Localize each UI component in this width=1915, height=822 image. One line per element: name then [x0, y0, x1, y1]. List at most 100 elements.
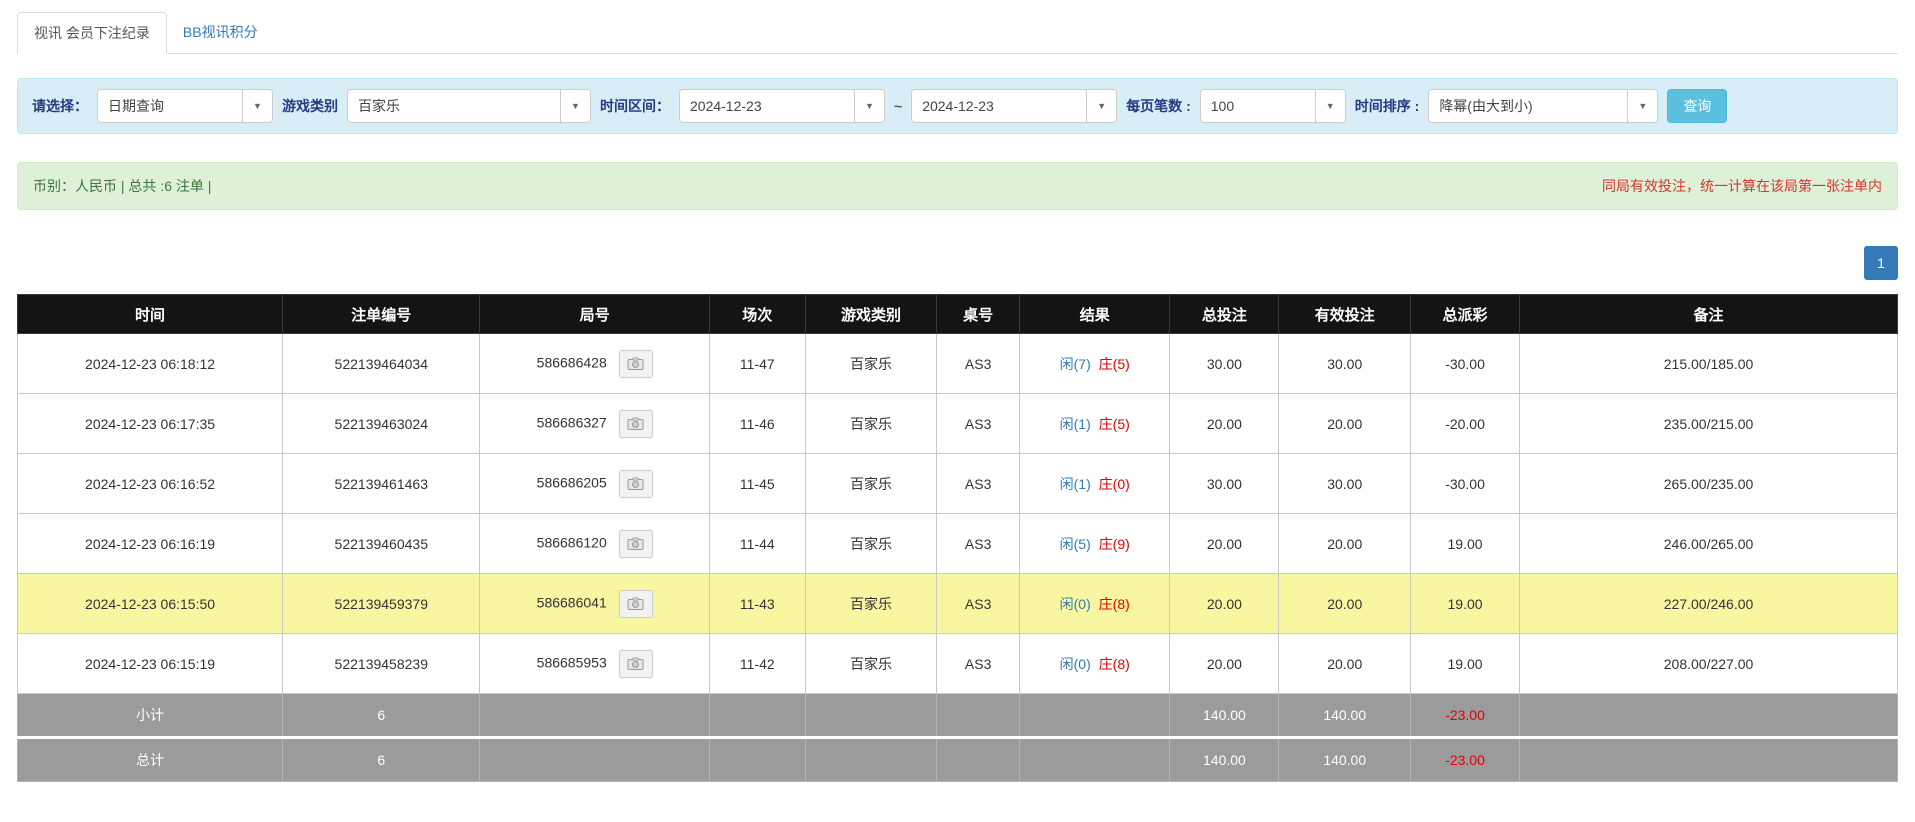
replay-video-button[interactable] [619, 530, 653, 558]
cell-total-bet[interactable]: 20.00 [1170, 634, 1279, 694]
cell-remark: 246.00/265.00 [1520, 514, 1898, 574]
sort-order-select[interactable]: 降幂(由大到小) ▼ [1428, 89, 1658, 123]
page-size-select[interactable]: 100 ▼ [1200, 89, 1346, 123]
cell-payout: -30.00 [1411, 334, 1520, 394]
date-range-tilde: ~ [894, 98, 902, 114]
tab-bar: 视讯 会员下注纪录 BB视讯积分 [17, 12, 1898, 54]
cell-table-no: AS3 [937, 634, 1020, 694]
cell-bet-id: 522139463024 [283, 394, 480, 454]
replay-video-button[interactable] [619, 350, 653, 378]
subtotal-payout: -23.00 [1411, 694, 1520, 738]
cell-valid-bet: 20.00 [1279, 394, 1411, 454]
cell-session: 11-47 [709, 334, 805, 394]
header-bet-id: 注单编号 [283, 295, 480, 334]
game-type-select[interactable]: 百家乐 ▼ [347, 89, 591, 123]
header-time: 时间 [18, 295, 283, 334]
cell-result: 闲(1) 庄(5) [1020, 394, 1170, 454]
cell-time: 2024-12-23 06:15:19 [18, 634, 283, 694]
table-row: 2024-12-23 06:15:19 522139458239 5866859… [18, 634, 1898, 694]
replay-video-button[interactable] [619, 650, 653, 678]
query-type-label: 请选择： [32, 96, 88, 116]
chevron-down-icon: ▼ [242, 90, 272, 122]
tab-betting-records-label: 视讯 会员下注纪录 [34, 25, 150, 41]
search-button[interactable]: 查询 [1667, 89, 1727, 123]
result-player: 闲(0) [1060, 596, 1091, 612]
result-banker: 庄(8) [1099, 596, 1130, 612]
cell-result: 闲(1) 庄(0) [1020, 454, 1170, 514]
tab-bb-points[interactable]: BB视讯积分 [167, 12, 274, 54]
grand-total-total-bet: 140.00 [1170, 738, 1279, 782]
grand-total-label: 总计 [18, 738, 283, 782]
header-valid-bet: 有效投注 [1279, 295, 1411, 334]
cell-payout: 19.00 [1411, 634, 1520, 694]
empty-cell [1520, 738, 1898, 782]
currency-total-text: 币别：人民币 | 总共 :6 注单 | [33, 176, 211, 196]
round-id-text: 586686327 [537, 414, 607, 430]
cell-result: 闲(5) 庄(9) [1020, 514, 1170, 574]
cell-round-id: 586686327 [480, 394, 709, 454]
camera-icon [627, 477, 644, 491]
cell-game-type: 百家乐 [805, 514, 937, 574]
cell-total-bet[interactable]: 30.00 [1170, 334, 1279, 394]
result-player: 闲(0) [1060, 656, 1091, 672]
tab-bb-points-label: BB视讯积分 [183, 24, 258, 40]
replay-video-button[interactable] [619, 470, 653, 498]
replay-video-button[interactable] [619, 590, 653, 618]
result-banker: 庄(5) [1099, 356, 1130, 372]
chevron-down-icon: ▼ [1086, 90, 1116, 122]
result-banker: 庄(8) [1099, 656, 1130, 672]
cell-remark: 235.00/215.00 [1520, 394, 1898, 454]
empty-cell [480, 738, 709, 782]
result-banker: 庄(9) [1099, 536, 1130, 552]
chevron-down-icon: ▼ [1315, 90, 1345, 122]
camera-icon [627, 537, 644, 551]
cell-remark: 208.00/227.00 [1520, 634, 1898, 694]
date-range-label: 时间区间： [600, 96, 670, 116]
grand-total-row: 总计 6 140.00 140.00 -23.00 [18, 738, 1898, 782]
cell-result: 闲(0) 庄(8) [1020, 634, 1170, 694]
header-session: 场次 [709, 295, 805, 334]
date-to-select[interactable]: 2024-12-23 ▼ [911, 89, 1117, 123]
round-id-text: 586685953 [537, 654, 607, 670]
empty-cell [1020, 694, 1170, 738]
replay-video-button[interactable] [619, 410, 653, 438]
cell-payout: -20.00 [1411, 394, 1520, 454]
table-header-row: 时间 注单编号 局号 场次 游戏类别 桌号 结果 总投注 有效投注 总派彩 备注 [18, 295, 1898, 334]
camera-icon [627, 657, 644, 671]
tab-betting-records[interactable]: 视讯 会员下注纪录 [17, 12, 167, 54]
game-type-label: 游戏类别 [282, 96, 338, 116]
round-id-text: 586686205 [537, 474, 607, 490]
round-id-text: 586686428 [537, 354, 607, 370]
cell-total-bet[interactable]: 20.00 [1170, 574, 1279, 634]
query-type-select[interactable]: 日期查询 ▼ [97, 89, 273, 123]
cell-game-type: 百家乐 [805, 574, 937, 634]
cell-total-bet[interactable]: 20.00 [1170, 514, 1279, 574]
header-game-type: 游戏类别 [805, 295, 937, 334]
grand-total-count: 6 [283, 738, 480, 782]
cell-total-bet[interactable]: 20.00 [1170, 394, 1279, 454]
cell-time: 2024-12-23 06:15:50 [18, 574, 283, 634]
cell-table-no: AS3 [937, 454, 1020, 514]
cell-bet-id: 522139464034 [283, 334, 480, 394]
subtotal-total-bet: 140.00 [1170, 694, 1279, 738]
cell-time: 2024-12-23 06:16:19 [18, 514, 283, 574]
camera-icon [627, 357, 644, 371]
subtotal-label: 小计 [18, 694, 283, 738]
table-row: 2024-12-23 06:16:52 522139461463 5866862… [18, 454, 1898, 514]
page-button-1[interactable]: 1 [1864, 246, 1898, 280]
cell-total-bet[interactable]: 30.00 [1170, 454, 1279, 514]
subtotal-row: 小计 6 140.00 140.00 -23.00 [18, 694, 1898, 738]
summary-bar: 币别：人民币 | 总共 :6 注单 | 同局有效投注，统一计算在该局第一张注单内 [17, 162, 1898, 210]
cell-remark: 215.00/185.00 [1520, 334, 1898, 394]
cell-remark: 265.00/235.00 [1520, 454, 1898, 514]
date-from-select[interactable]: 2024-12-23 ▼ [679, 89, 885, 123]
empty-cell [937, 694, 1020, 738]
chevron-down-icon: ▼ [1627, 90, 1657, 122]
result-player: 闲(1) [1060, 476, 1091, 492]
camera-icon [627, 597, 644, 611]
cell-round-id: 586686428 [480, 334, 709, 394]
filter-bar: 请选择： 日期查询 ▼ 游戏类别 百家乐 ▼ 时间区间： 2024-12-23 … [17, 78, 1898, 134]
result-player: 闲(1) [1060, 416, 1091, 432]
cell-round-id: 586685953 [480, 634, 709, 694]
result-player: 闲(7) [1060, 356, 1091, 372]
